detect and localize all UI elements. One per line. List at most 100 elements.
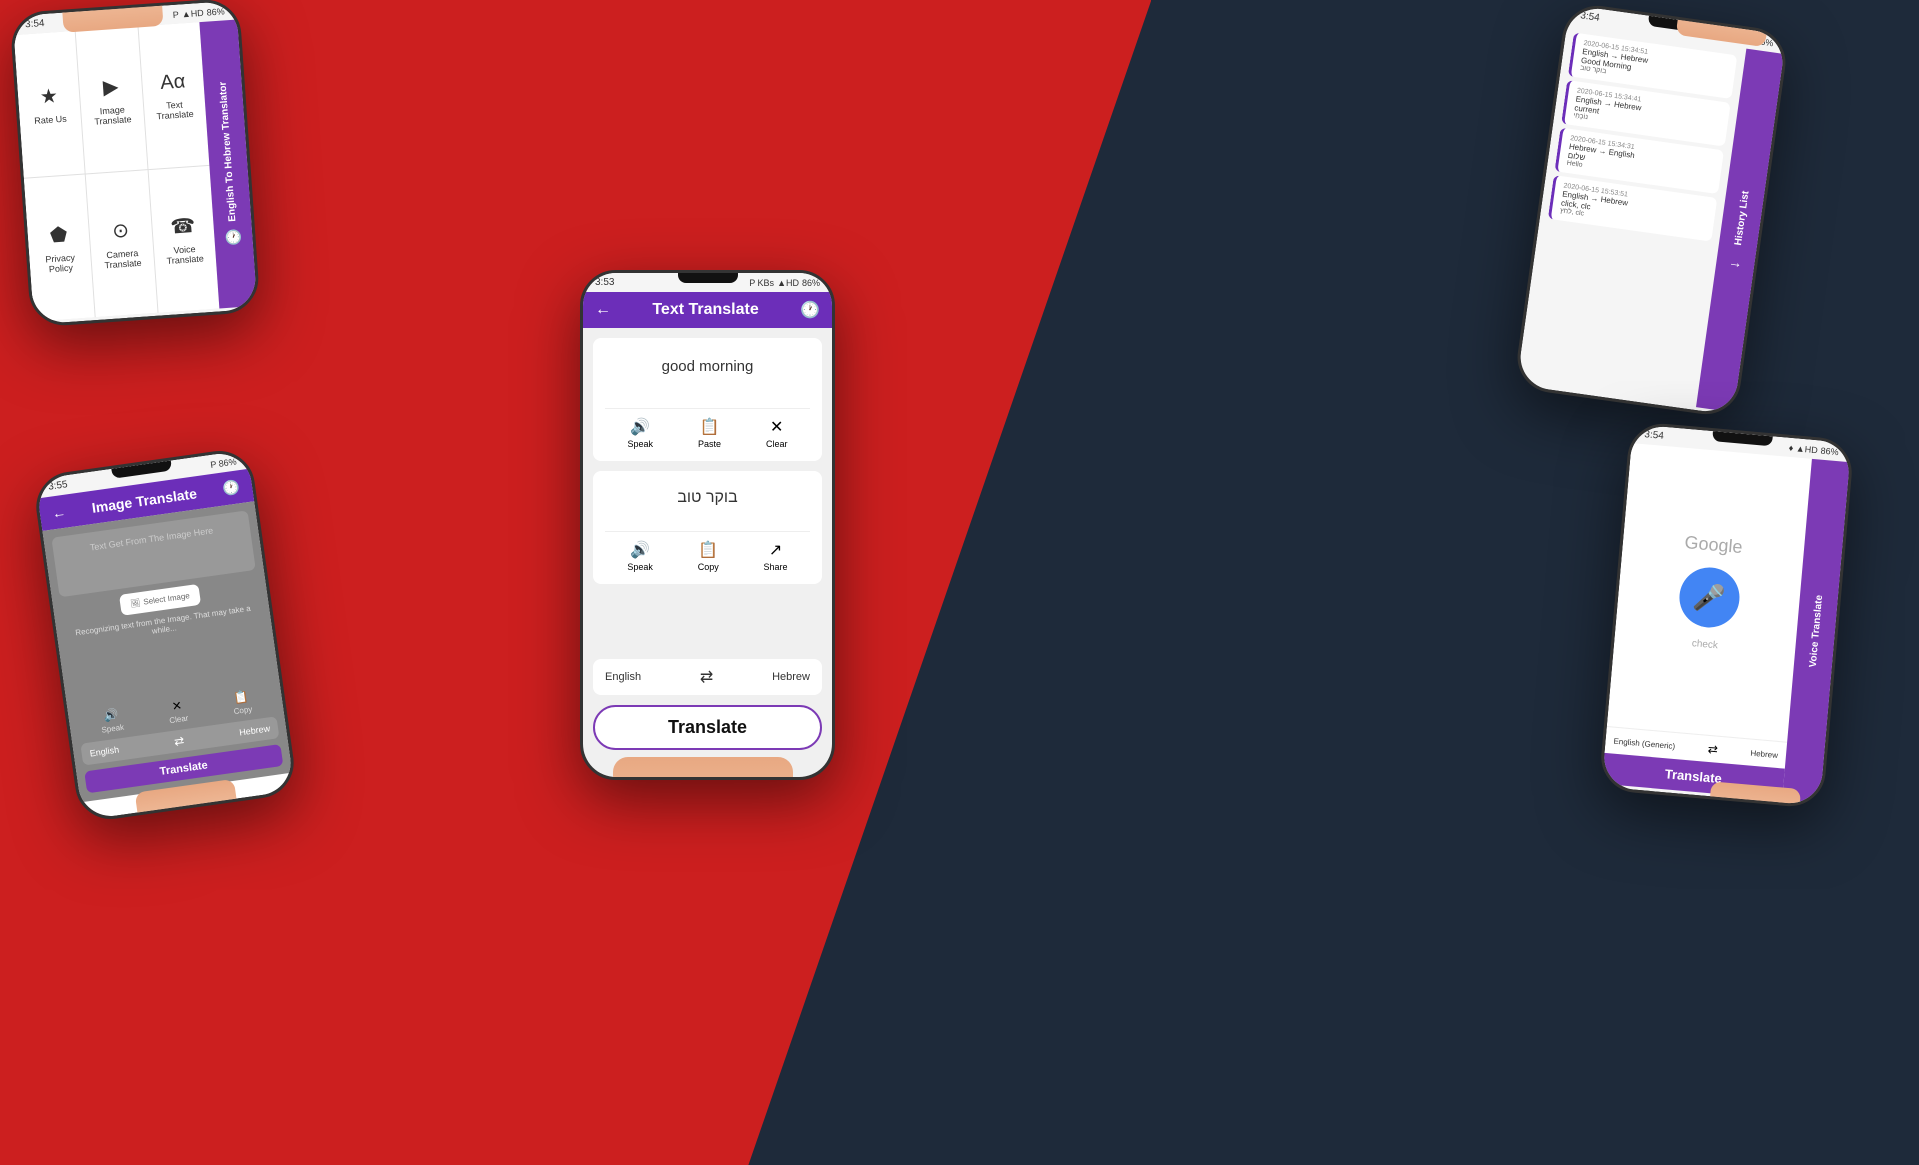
share-icon: ↗ [769,540,782,560]
google-label: Google [1684,532,1744,558]
phone-voice-translate: 3:54 ♦ ▲HD 86% Google 🎤 check English (G… [1598,421,1854,809]
menu-item-voice[interactable]: ☎ Voice Translate [148,166,219,313]
speaker-icon-input: 🔊 [630,417,650,437]
share-btn[interactable]: ↗ Share [764,540,788,572]
menu-item-text-translate[interactable]: Aα Text Translate [138,22,209,169]
text-icon: Aα [160,70,186,95]
translate-btn-label: Translate [668,717,747,737]
image-target-lang: Hebrew [239,723,271,737]
copy-label-image: Copy [233,705,253,717]
voice-source-lang: English (Generic) [1613,736,1675,750]
phone-voice-screen: 3:54 ♦ ▲HD 86% Google 🎤 check English (G… [1602,424,1852,806]
clock-icon: 🕐 [224,229,243,247]
clear-label: Clear [766,439,788,449]
copy-btn[interactable]: 📋 Copy [698,540,719,572]
history-items: 2020-06-15 15:34:51 English → Hebrew Goo… [1539,23,1747,250]
menu-label-text-translate: Text Translate [151,99,198,122]
back-icon-center[interactable]: ← [595,301,611,319]
output-text: בוקר טוב [677,489,737,506]
clear-btn[interactable]: ✕ Clear [766,417,788,449]
speak-btn-output[interactable]: 🔊 Speak [627,540,653,572]
output-box: בוקר טוב 🔊 Speak 📋 Copy ↗ Share [593,471,822,584]
menu-item-camera[interactable]: ⊙ Camera Translate [86,170,157,317]
translate-button[interactable]: Translate [593,705,822,750]
lang-swap-icon-image[interactable]: ⇄ [173,733,185,748]
paste-icon: 📋 [700,417,720,437]
copy-icon-image: 📋 [233,689,250,705]
input-text-display: good morning [605,350,810,400]
copy-action-image[interactable]: 📋 Copy [231,689,253,716]
battery-voice: 86% [1820,445,1839,457]
select-image-btn[interactable]: 🖼 Select Image [119,584,201,616]
history-icon-center[interactable]: 🕐 [800,300,820,320]
copy-icon: 📋 [698,540,718,560]
phone-menu: 3:54 P ▲HD 86% ★ Rate Us ▶ Image Transla… [9,0,260,328]
sidebar-title: English To Hebrew Translator [217,81,238,222]
mic-icon-voice: 🎤 [1691,581,1726,615]
source-lang[interactable]: English [605,671,641,683]
voice-content: Google 🎤 check English (Generic) ⇄ Hebre… [1602,443,1812,799]
image-select-icon: 🖼 [130,598,141,608]
menu-label-privacy: Privacy Policy [37,252,84,275]
copy-label: Copy [698,562,719,572]
menu-item-privacy[interactable]: ⬟ Privacy Policy [24,175,95,322]
clear-action-image[interactable]: ✕ Clear [167,698,189,725]
phone-menu-screen: 3:54 P ▲HD 86% ★ Rate Us ▶ Image Transla… [12,1,257,325]
menu-grid: ★ Rate Us ▶ Image Translate Aα Text Tran… [14,22,220,321]
menu-item-rate-us[interactable]: ★ Rate Us [14,31,85,178]
text-translate-title: Text Translate [619,301,792,319]
menu-container: ★ Rate Us ▶ Image Translate Aα Text Tran… [14,20,257,322]
speak-btn-input[interactable]: 🔊 Speak [627,417,653,449]
paste-btn[interactable]: 📋 Paste [698,417,721,449]
status-icons-menu: P ▲HD 86% [172,6,225,20]
speaker-icon-output: 🔊 [630,540,650,560]
lang-swap-icon-center[interactable]: ⇄ [700,667,713,687]
status-time-center: 3:53 [595,277,614,288]
input-box: good morning 🔊 Speak 📋 Paste ✕ Clear [593,338,822,461]
text-translate-content: good morning 🔊 Speak 📋 Paste ✕ Clear [583,328,832,760]
image-placeholder: Text Get From The Image Here [89,525,214,552]
hand-center [613,757,793,780]
input-actions: 🔊 Speak 📋 Paste ✕ Clear [605,408,810,449]
speak-label-image: Speak [101,723,125,735]
battery-center: 86% [802,278,820,288]
clear-label-image: Clear [169,714,189,726]
phone-history-screen: 3:54 ♦ ▲HD 86% 2020-06-15 15:34:51 Engli… [1516,5,1786,416]
speaker-icon-image: 🔊 [103,707,120,723]
status-time-history: 3:54 [1580,10,1601,24]
lang-swap-icon-voice[interactable]: ⇄ [1707,742,1718,757]
image-source-lang: English [89,745,120,759]
menu-item-image-translate[interactable]: ▶ Image Translate [76,27,147,174]
select-image-label: Select Image [143,591,191,606]
image-translate-content: Text Get From The Image Here 🖼 Select Im… [42,501,292,802]
speak-action-image[interactable]: 🔊 Speak [99,707,125,735]
mic-icon: ☎ [170,213,197,240]
status-icons-image: P 86% [210,456,237,470]
clear-icon: ✕ [770,417,783,437]
share-label: Share [764,562,788,572]
check-label: check [1691,638,1718,651]
speak-label-output: Speak [627,562,653,572]
phone-text-translate: 3:53 P KBs ▲HD 86% ← Text Translate 🕐 go… [580,270,835,780]
voice-container: Google 🎤 check English (Generic) ⇄ Hebre… [1602,443,1850,803]
mic-button[interactable]: 🎤 [1676,565,1741,630]
status-time-image: 3:55 [48,479,69,493]
target-lang[interactable]: Hebrew [772,671,810,683]
voice-main-area: Google 🎤 check [1607,443,1812,742]
voice-target-lang: Hebrew [1750,748,1778,759]
forward-icon-history[interactable]: → [1728,253,1744,271]
output-text-display: בוקר טוב [605,483,810,523]
history-container: 2020-06-15 15:34:51 English → Hebrew Goo… [1517,23,1784,412]
shield-icon: ⬟ [49,222,68,248]
paste-label: Paste [698,439,721,449]
history-sidebar-title: History List [1732,191,1751,247]
play-icon: ▶ [102,74,119,100]
lang-selector: English ⇄ Hebrew [593,659,822,695]
menu-label-image-translate: Image Translate [89,104,136,127]
image-translate-label: Translate [159,759,209,778]
phone-history: 3:54 ♦ ▲HD 86% 2020-06-15 15:34:51 Engli… [1513,1,1790,419]
output-actions: 🔊 Speak 📋 Copy ↗ Share [605,531,810,572]
menu-label-rate-us: Rate Us [34,114,67,126]
history-icon-image[interactable]: 🕐 [222,478,242,497]
back-icon-image[interactable]: ← [51,503,67,521]
